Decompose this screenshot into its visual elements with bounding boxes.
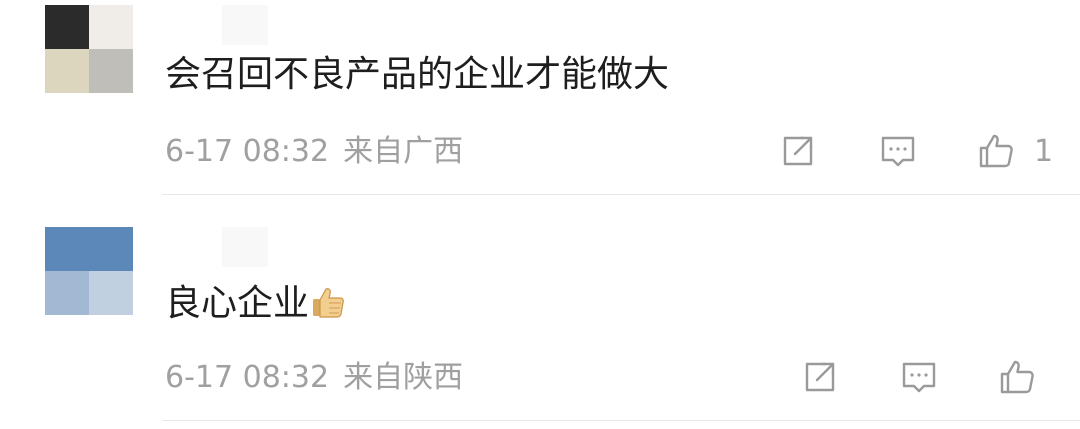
like-button[interactable]	[997, 357, 1037, 397]
thumbs-up-icon	[979, 134, 1013, 168]
comment-text: 良心企业	[165, 283, 310, 324]
comment-time: 6-17 08:32	[165, 134, 330, 169]
avatar[interactable]	[45, 227, 133, 315]
comment-location: 来自陕西	[343, 360, 464, 395]
share-button[interactable]	[800, 357, 840, 397]
reply-button[interactable]	[899, 357, 939, 397]
comment-icon	[902, 362, 936, 393]
avatar-tile	[45, 5, 89, 49]
thumbs-up-icon	[1000, 360, 1034, 394]
divider	[162, 420, 1080, 421]
comment-meta: 6-17 08:32 来自广西	[165, 137, 463, 167]
comment-item: 良心企业 6-17 08:32 来自陕西	[0, 222, 1080, 429]
username-redacted	[222, 227, 268, 267]
comment-text: 会召回不良产品的企业才能做大	[165, 54, 670, 95]
divider	[162, 194, 1080, 195]
avatar-tile	[89, 5, 133, 49]
like-button[interactable]	[976, 131, 1016, 171]
avatar[interactable]	[45, 5, 133, 93]
comment-location: 来自广西	[343, 134, 464, 169]
comment-time: 6-17 08:32	[165, 360, 330, 395]
username-redacted	[222, 5, 268, 45]
comment-icon	[881, 136, 915, 167]
avatar-tile	[89, 271, 133, 315]
thumbs-up-emoji	[313, 288, 344, 318]
avatar-tile	[89, 49, 133, 93]
comment-item: 会召回不良产品的企业才能做大 6-17 08:32 来自广西 1	[0, 0, 1080, 196]
avatar-tile	[89, 227, 133, 271]
avatar-tile	[45, 271, 89, 315]
share-icon	[805, 362, 835, 392]
comment-text-wrapper: 良心企业	[165, 285, 345, 322]
share-button[interactable]	[778, 131, 818, 171]
like-count: 1	[1034, 134, 1054, 169]
avatar-tile	[45, 49, 89, 93]
reply-button[interactable]	[878, 131, 918, 171]
comment-meta: 6-17 08:32 来自陕西	[165, 363, 463, 393]
avatar-tile	[45, 227, 89, 271]
share-icon	[783, 136, 813, 166]
